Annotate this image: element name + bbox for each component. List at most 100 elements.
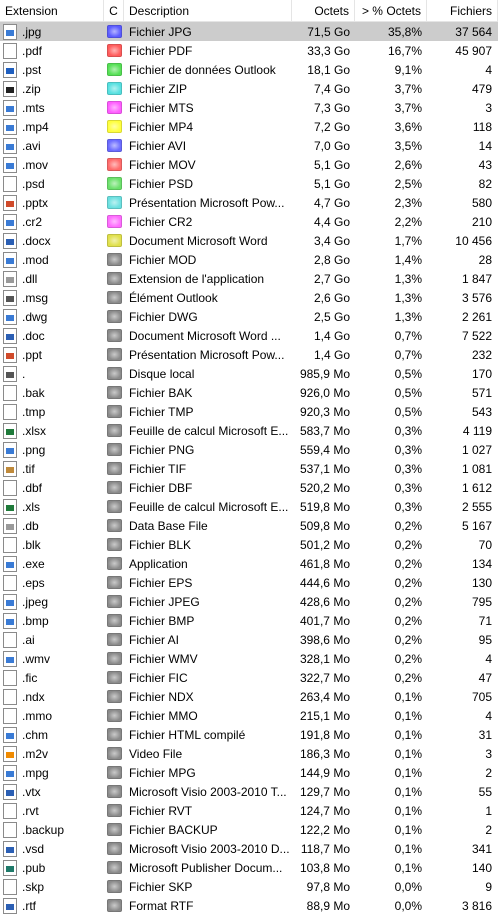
color-swatch — [106, 253, 122, 266]
table-row[interactable]: .jpeg Fichier JPEG 428,6 Mo 0,2% 795 — [0, 592, 498, 611]
color-swatch — [106, 443, 122, 456]
table-row[interactable]: .mpg Fichier MPG 144,9 Mo 0,1% 2 — [0, 763, 498, 782]
color-cell — [104, 272, 124, 285]
table-row[interactable]: .ppt Présentation Microsoft Pow... 1,4 Go 0… — [0, 345, 498, 364]
table-row[interactable]: .pst Fichier de données Outlook 18,1 Go 9,1… — [0, 60, 498, 79]
table-row[interactable]: .vtx Microsoft Visio 2003-2010 T... 129,7 … — [0, 782, 498, 801]
extension-cell: .tmp — [0, 403, 104, 420]
application-icon — [3, 555, 17, 572]
extension-cell: .mpg — [0, 764, 104, 781]
color-cell — [104, 82, 124, 95]
table-row[interactable]: .doc Document Microsoft Word ... 1,4 Go 0,7… — [0, 326, 498, 345]
extension-label: .msg — [22, 290, 49, 305]
description-cell: Présentation Microsoft Pow... — [129, 347, 285, 362]
color-cell — [104, 538, 124, 551]
extension-cell: .doc — [0, 327, 104, 344]
table-row[interactable]: .pub Microsoft Publisher Docum... 103,8 Mo… — [0, 858, 498, 877]
table-row[interactable]: .mp4 Fichier MP4 7,2 Go 3,6% 118 — [0, 117, 498, 136]
table-row[interactable]: .ai Fichier AI 398,6 Mo 0,2% 95 — [0, 630, 498, 649]
column-header-extension[interactable]: Extension — [0, 0, 104, 22]
extension-label: .tmp — [22, 404, 46, 419]
table-row[interactable]: .pdf Fichier PDF 33,3 Go 16,7% 45 907 — [0, 41, 498, 60]
description-cell: Fichier SKP — [129, 879, 193, 894]
table-row[interactable]: .dwg Fichier DWG 2,5 Go 1,3% 2 261 — [0, 307, 498, 326]
table-row[interactable]: .blk Fichier BLK 501,2 Mo 0,2% 70 — [0, 535, 498, 554]
color-swatch — [106, 481, 122, 494]
table-row[interactable]: .mmo Fichier MMO 215,1 Mo 0,1% 4 — [0, 706, 498, 725]
pct-octets-cell: 0,1% — [394, 746, 422, 761]
column-header-octets[interactable]: Octets — [292, 0, 355, 22]
column-header-color[interactable]: C — [104, 0, 124, 22]
color-cell — [104, 253, 124, 266]
table-row[interactable]: .pptx Présentation Microsoft Pow... 4,7 Go… — [0, 193, 498, 212]
extension-cell: .eps — [0, 574, 104, 591]
table-row[interactable]: .jpg Fichier JPG 71,5 Go 35,8% 37 564 — [0, 22, 498, 41]
gear-file-icon — [3, 270, 17, 287]
table-row[interactable]: .dbf Fichier DBF 520,2 Mo 0,3% 1 612 — [0, 478, 498, 497]
table-row[interactable]: .mts Fichier MTS 7,3 Go 3,7% 3 — [0, 98, 498, 117]
table-row[interactable]: .rtf Format RTF 88,9 Mo 0,0% 3 816 — [0, 896, 498, 915]
extension-cell: .tif — [0, 460, 104, 477]
pct-octets-cell: 0,1% — [394, 708, 422, 723]
table-row[interactable]: .tmp Fichier TMP 920,3 Mo 0,5% 543 — [0, 402, 498, 421]
description-cell: Fichier MOD — [129, 252, 197, 267]
table-row[interactable]: .exe Application 461,8 Mo 0,2% 134 — [0, 554, 498, 573]
table-row[interactable]: .chm Fichier HTML compilé 191,8 Mo 0,1% 31 — [0, 725, 498, 744]
extension-label: .jpeg — [22, 594, 49, 609]
table-row[interactable]: .fic Fichier FIC 322,7 Mo 0,2% 47 — [0, 668, 498, 687]
table-row[interactable]: .tif Fichier TIF 537,1 Mo 0,3% 1 081 — [0, 459, 498, 478]
column-header-pct-octets[interactable]: > % Octets — [355, 0, 427, 22]
extension-cell: .fic — [0, 669, 104, 686]
color-swatch — [106, 348, 122, 361]
color-swatch — [106, 196, 122, 209]
color-swatch — [106, 823, 122, 836]
table-row[interactable]: .msg Élément Outlook 2,6 Go 1,3% 3 576 — [0, 288, 498, 307]
table-row[interactable]: .mov Fichier MOV 5,1 Go 2,6% 43 — [0, 155, 498, 174]
table-row[interactable]: . Disque local 985,9 Mo 0,5% 170 — [0, 364, 498, 383]
table-row[interactable]: .mod Fichier MOD 2,8 Go 1,4% 28 — [0, 250, 498, 269]
octets-cell: 103,8 Mo — [299, 860, 350, 875]
fichiers-cell: 232 — [471, 347, 492, 362]
table-row[interactable]: .avi Fichier AVI 7,0 Go 3,5% 14 — [0, 136, 498, 155]
vlc-cone-icon — [3, 745, 17, 762]
image-file-icon — [3, 441, 17, 458]
table-row[interactable]: .cr2 Fichier CR2 4,4 Go 2,2% 210 — [0, 212, 498, 231]
color-swatch — [106, 804, 122, 817]
file-icon — [3, 175, 17, 192]
description-cell: Fichier AVI — [129, 138, 187, 153]
fichiers-cell: 1 612 — [461, 480, 492, 495]
color-swatch — [106, 709, 122, 722]
table-row[interactable]: .bmp Fichier BMP 401,7 Mo 0,2% 71 — [0, 611, 498, 630]
pdf-file-icon — [3, 42, 17, 59]
table-row[interactable]: .eps Fichier EPS 444,6 Mo 0,2% 130 — [0, 573, 498, 592]
octets-cell: 461,8 Mo — [299, 556, 350, 571]
table-row[interactable]: .xls Feuille de calcul Microsoft E... 519,… — [0, 497, 498, 516]
table-row[interactable]: .zip Fichier ZIP 7,4 Go 3,7% 479 — [0, 79, 498, 98]
table-row[interactable]: .png Fichier PNG 559,4 Mo 0,3% 1 027 — [0, 440, 498, 459]
color-cell — [104, 329, 124, 342]
file-icon — [3, 688, 17, 705]
table-row[interactable]: .m2v Video File 186,3 Mo 0,1% 3 — [0, 744, 498, 763]
table-row[interactable]: .xlsx Feuille de calcul Microsoft E... 583… — [0, 421, 498, 440]
table-row[interactable]: .bak Fichier BAK 926,0 Mo 0,5% 571 — [0, 383, 498, 402]
table-row[interactable]: .rvt Fichier RVT 124,7 Mo 0,1% 1 — [0, 801, 498, 820]
extension-label: .mts — [22, 100, 45, 115]
extension-cell: .jpg — [0, 23, 104, 40]
table-row[interactable]: .docx Document Microsoft Word 3,4 Go 1,7% 10… — [0, 231, 498, 250]
table-row[interactable]: .wmv Fichier WMV 328,1 Mo 0,2% 4 — [0, 649, 498, 668]
table-row[interactable]: .backup Fichier BACKUP 122,2 Mo 0,1% 2 — [0, 820, 498, 839]
extension-label: .xlsx — [22, 423, 46, 438]
table-row[interactable]: .vsd Microsoft Visio 2003-2010 D... 118,7 … — [0, 839, 498, 858]
table-row[interactable]: .psd Fichier PSD 5,1 Go 2,5% 82 — [0, 174, 498, 193]
pct-octets-cell: 0,3% — [394, 499, 422, 514]
table-row[interactable]: .skp Fichier SKP 97,8 Mo 0,0% 9 — [0, 877, 498, 896]
table-row[interactable]: .ndx Fichier NDX 263,4 Mo 0,1% 705 — [0, 687, 498, 706]
column-header-description[interactable]: Description — [124, 0, 292, 22]
fichiers-cell: 341 — [471, 841, 492, 856]
column-header-fichiers[interactable]: Fichiers — [427, 0, 498, 22]
table-row[interactable]: .db Data Base File 509,8 Mo 0,2% 5 167 — [0, 516, 498, 535]
pct-octets-cell: 0,3% — [394, 461, 422, 476]
table-row[interactable]: .dll Extension de l'application 2,7 Go 1,3%… — [0, 269, 498, 288]
extension-cell: .rtf — [0, 897, 104, 914]
fichiers-cell: 43 — [478, 157, 492, 172]
